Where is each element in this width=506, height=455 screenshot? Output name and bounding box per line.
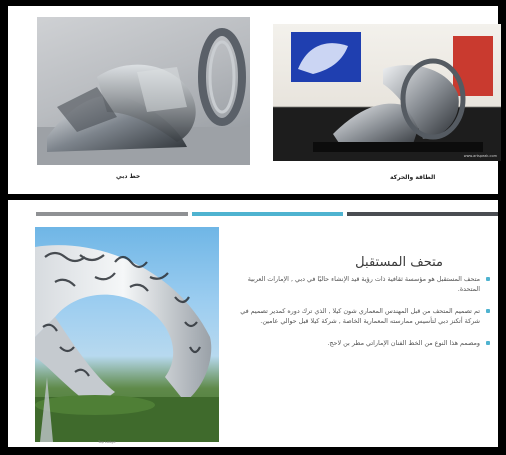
bullet-item: متحف المستقبل هو مؤسسة ثقافية ذات رؤية ق… xyxy=(230,275,490,294)
image-credit: Top Lodge xyxy=(98,440,116,444)
bullet-marker-icon xyxy=(486,341,490,345)
bottom-slide: Top Lodge متحف المستقبل متحف المستقبل هو… xyxy=(8,200,498,447)
top-slide: خط دبي www.artspeak.com الطاقة والحركة xyxy=(8,6,501,194)
museum-illustration xyxy=(35,245,219,442)
museum-of-the-future-image xyxy=(35,227,219,442)
slide-title: متحف المستقبل xyxy=(355,255,443,270)
bullet-text: ومصمم هذا النوع من الخط الفنان الإماراتي… xyxy=(327,339,480,347)
bullet-marker-icon xyxy=(486,277,490,281)
bullet-item: تم تصميم المتحف من قبل المهندس المعماري … xyxy=(230,307,490,326)
bullet-list: متحف المستقبل هو مؤسسة ثقافية ذات رؤية ق… xyxy=(230,275,490,362)
energy-and-motion-sculpture-image: www.artspeak.com xyxy=(273,24,501,161)
caption-right: الطاقة والحركة xyxy=(390,174,436,181)
caption-left: خط دبي xyxy=(116,173,141,180)
image-watermark: www.artspeak.com xyxy=(463,154,497,158)
accent-band-blue xyxy=(192,212,343,216)
bullet-item: ومصمم هذا النوع من الخط الفنان الإماراتي… xyxy=(230,339,490,349)
sculpture-illustration-right xyxy=(273,32,501,161)
sculpture-illustration-left xyxy=(37,28,250,165)
bullet-marker-icon xyxy=(486,309,490,313)
accent-band-gray-right xyxy=(347,212,498,216)
accent-band-gray-left xyxy=(36,212,188,216)
bullet-text: تم تصميم المتحف من قبل المهندس المعماري … xyxy=(240,307,480,325)
bullet-text: متحف المستقبل هو مؤسسة ثقافية ذات رؤية ق… xyxy=(247,275,480,293)
document-frame: خط دبي www.artspeak.com الطاقة والحركة T… xyxy=(0,0,506,455)
dubai-calligraphy-sculpture-image xyxy=(37,17,250,165)
